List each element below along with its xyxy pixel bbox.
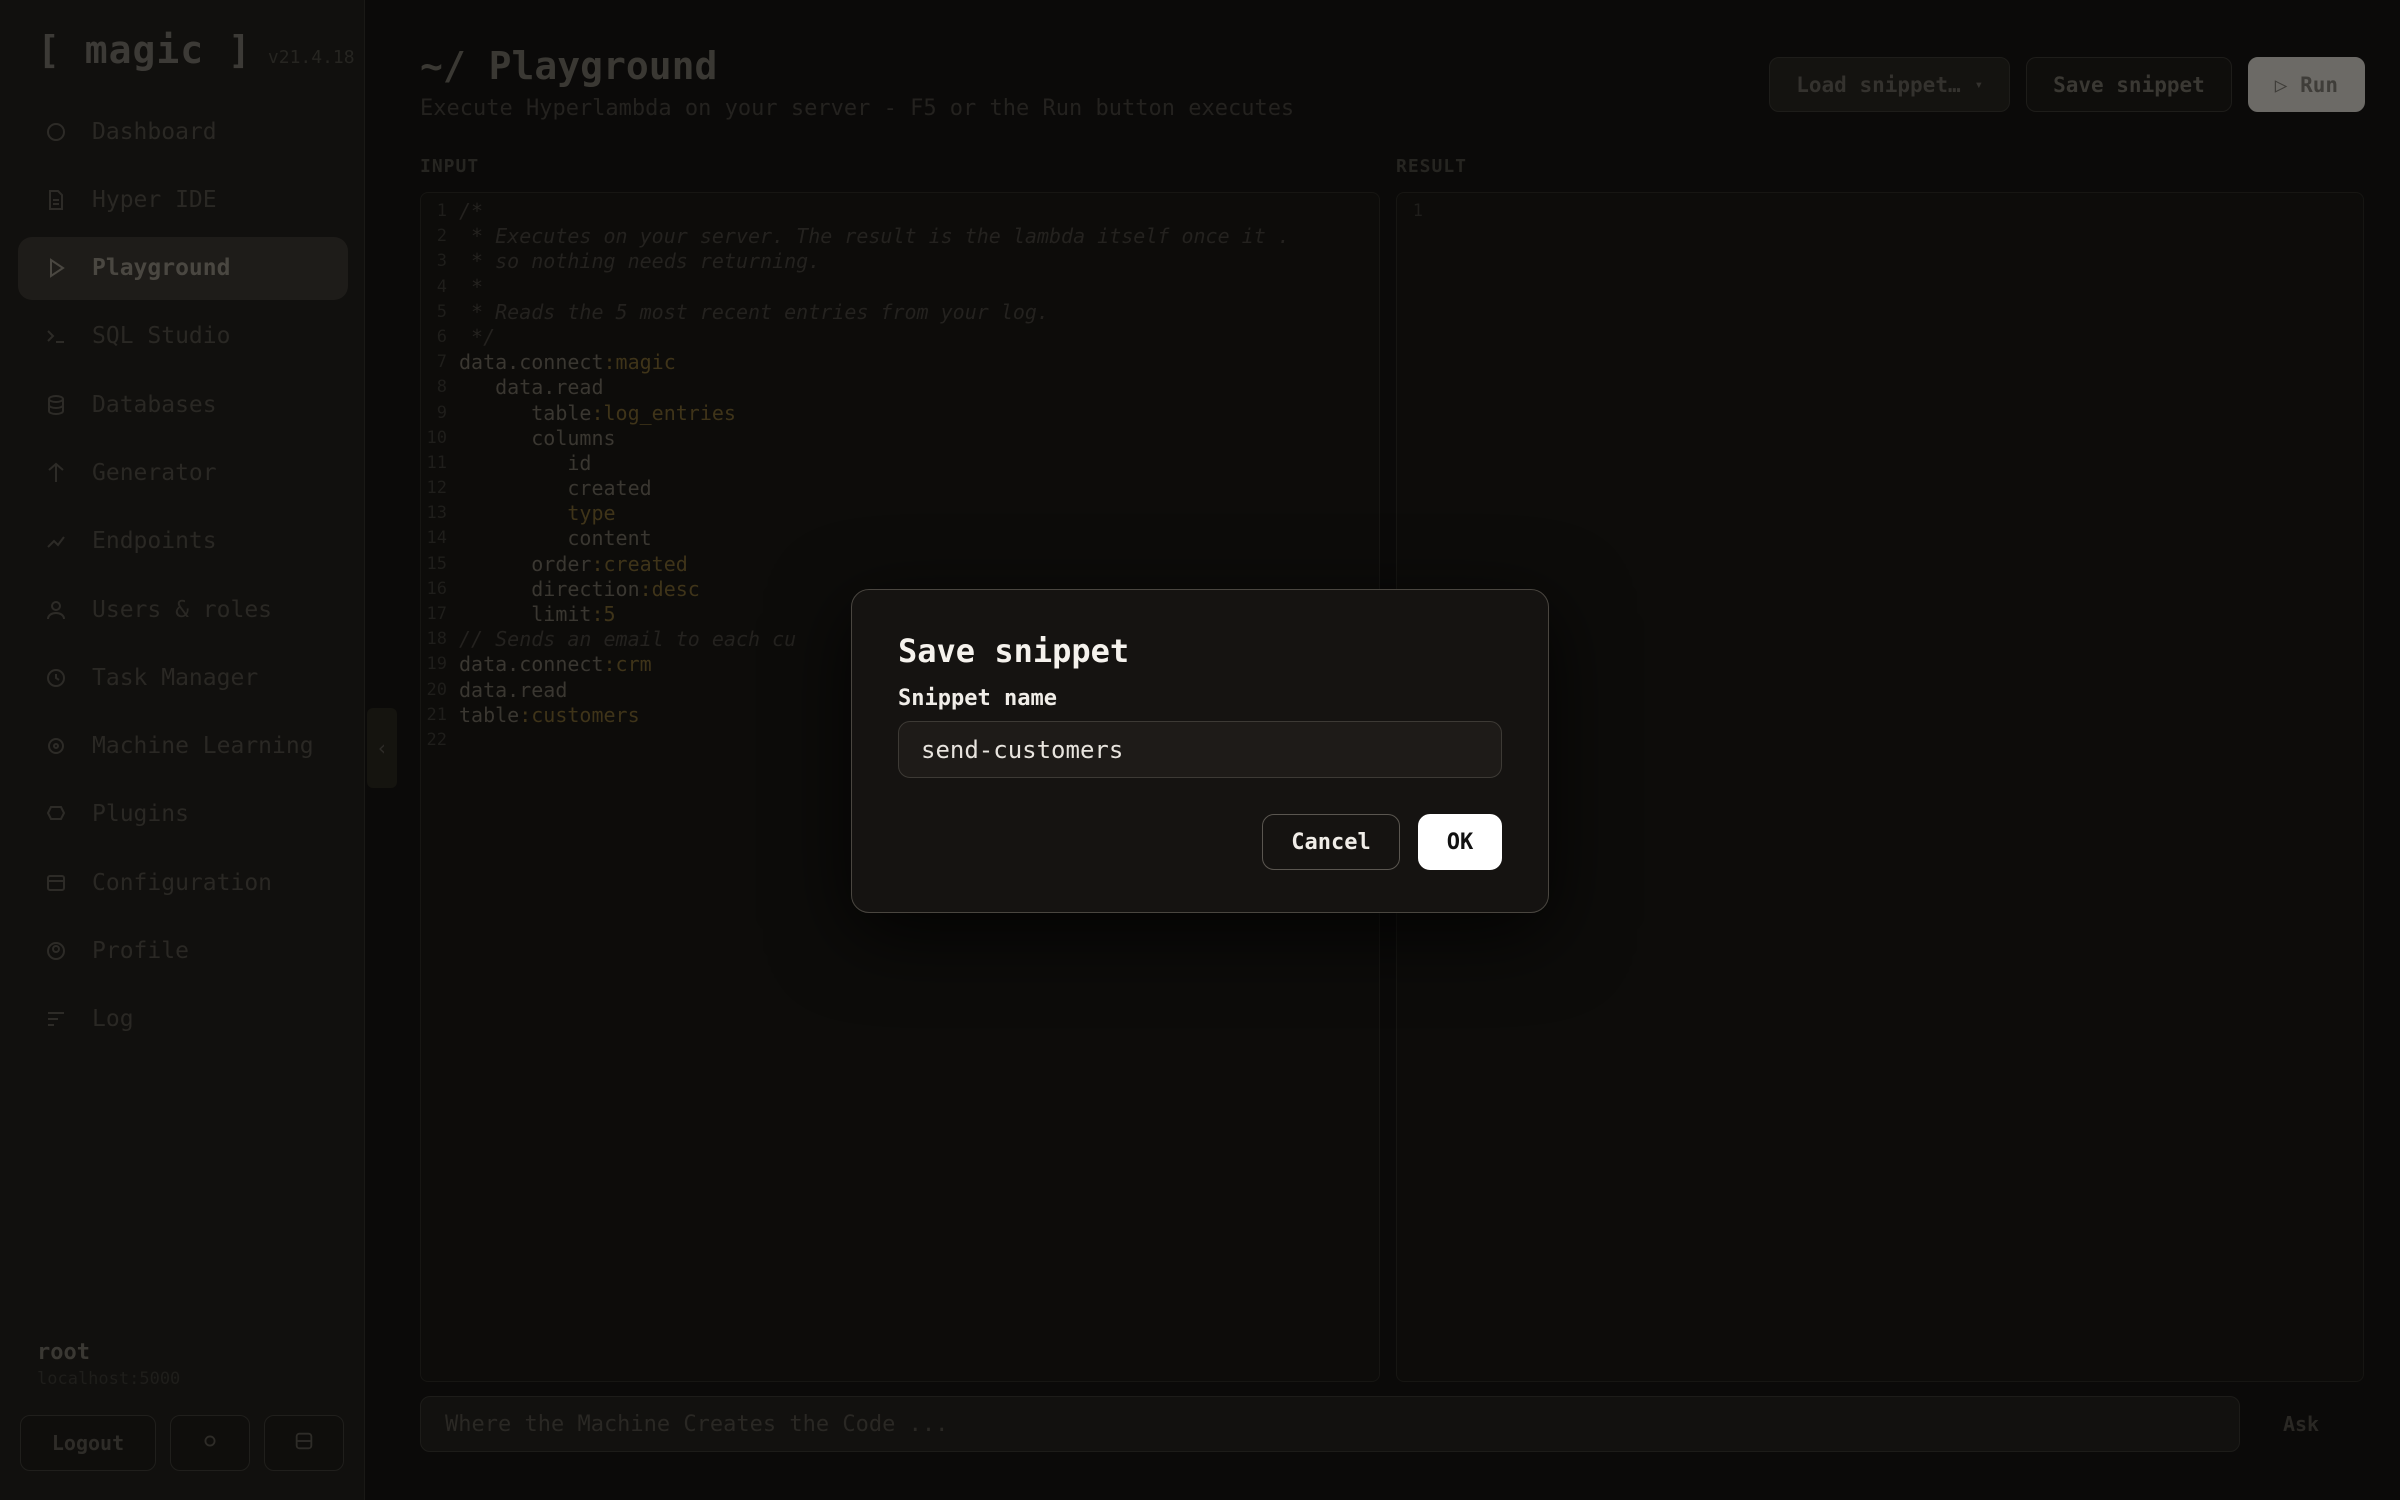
dialog-title: Save snippet xyxy=(898,632,1130,670)
snippet-name-input[interactable] xyxy=(898,721,1502,778)
save-snippet-dialog: Save snippet Snippet name Cancel OK xyxy=(851,589,1549,913)
ok-button[interactable]: OK xyxy=(1418,814,1502,870)
dialog-actions: Cancel OK xyxy=(1262,814,1502,870)
snippet-name-label: Snippet name xyxy=(898,686,1057,711)
cancel-button[interactable]: Cancel xyxy=(1262,814,1400,870)
